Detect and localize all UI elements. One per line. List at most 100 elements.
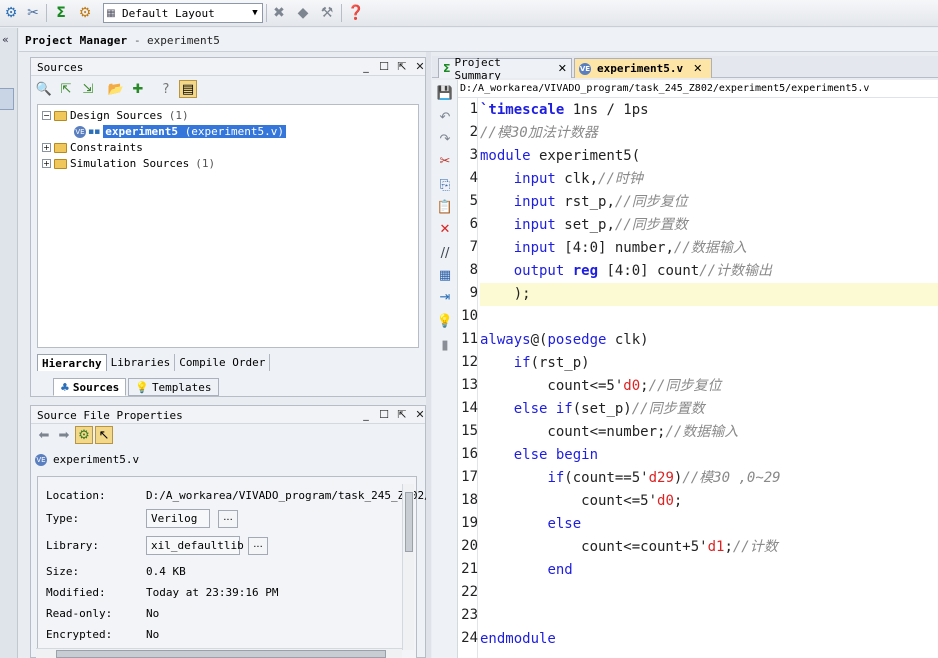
maximize-icon[interactable]: ☐ bbox=[377, 408, 391, 422]
code-token: if bbox=[513, 355, 531, 371]
add-sources-icon[interactable]: ✚ bbox=[129, 80, 147, 98]
code-line[interactable]: output reg [4:0] count//计数输出 bbox=[480, 260, 772, 283]
pointer-icon[interactable]: ↖ bbox=[95, 426, 113, 444]
collapse-all-icon[interactable]: ⇱ bbox=[57, 80, 75, 98]
code-line[interactable]: if(count==5'd29)//模30 ,0~29 bbox=[480, 467, 780, 490]
type-browse-button[interactable]: ... bbox=[218, 509, 238, 528]
help-icon[interactable]: ❓ bbox=[347, 4, 365, 22]
tab-compile-order[interactable]: Compile Order bbox=[175, 354, 271, 371]
line-number: 18 bbox=[461, 492, 478, 508]
open-folder-icon[interactable]: 📂 bbox=[107, 80, 125, 98]
expand-all-icon[interactable]: ⇲ bbox=[79, 80, 97, 98]
tab-hierarchy[interactable]: Hierarchy bbox=[37, 354, 107, 371]
tab-sources[interactable]: ♣ Sources bbox=[53, 378, 127, 396]
delete-icon[interactable]: ✕ bbox=[436, 220, 454, 238]
code-line[interactable]: else begin bbox=[480, 444, 598, 467]
indent-icon[interactable]: ⇥ bbox=[436, 288, 454, 306]
code-token: set_p, bbox=[555, 217, 615, 233]
chevron-down-icon[interactable]: ▼ bbox=[248, 8, 262, 18]
maximize-icon[interactable]: ☐ bbox=[377, 60, 391, 74]
code-line[interactable]: input [4:0] number,//数据输入 bbox=[480, 237, 747, 260]
collapse-icon[interactable]: « bbox=[2, 33, 16, 47]
panel-splitter[interactable] bbox=[426, 52, 431, 658]
cut-icon[interactable]: ✂ bbox=[436, 152, 454, 170]
close-icon[interactable]: ✕ bbox=[413, 60, 427, 74]
expand-node-icon[interactable]: + bbox=[42, 159, 51, 168]
library-browse-button[interactable]: ... bbox=[248, 536, 268, 555]
code-token: else begin bbox=[513, 447, 599, 463]
code-line[interactable]: count<=5'd0;//同步复位 bbox=[480, 375, 721, 398]
main-toolbar: ⚙ ✂ Σ ⚙ ▦ Default Layout ▼ ✖ ◆ ⚒ ❓ bbox=[0, 0, 938, 27]
tree-node-design-sources[interactable]: − Design Sources (1) bbox=[42, 108, 189, 123]
tree-node-simulation-sources[interactable]: + Simulation Sources (1) bbox=[42, 156, 215, 171]
redo-icon[interactable]: ↷ bbox=[436, 130, 454, 148]
forward-arrow-icon[interactable]: ➡ bbox=[55, 426, 73, 444]
scrollbar-thumb[interactable] bbox=[405, 492, 413, 552]
code-line[interactable]: `timescale 1ns / 1ps bbox=[480, 99, 649, 122]
code-line[interactable]: endmodule bbox=[480, 628, 556, 651]
code-line[interactable]: ); bbox=[480, 283, 938, 306]
tab-templates[interactable]: 💡 Templates bbox=[128, 378, 219, 396]
code-line[interactable]: if(rst_p) bbox=[480, 352, 590, 375]
line-number-gutter: 1 2 3 4 5 6 7 8 9 10 11 12 13 14 15 16 17 18 19 20 21 22 23 24 bbox=[458, 98, 478, 658]
save-icon[interactable]: 💾 bbox=[436, 84, 454, 102]
sources-title: Sources bbox=[37, 61, 84, 74]
code-line[interactable]: always@(posedge clk) bbox=[480, 329, 649, 352]
search-icon[interactable]: 🔍 bbox=[35, 80, 53, 98]
float-icon[interactable]: ⇱ bbox=[395, 60, 409, 74]
code-line[interactable]: module experiment5( bbox=[480, 145, 640, 168]
toolbar-separator bbox=[46, 4, 47, 22]
code-line[interactable]: count<=5'd0; bbox=[480, 490, 682, 513]
properties-vertical-scrollbar[interactable] bbox=[402, 484, 414, 650]
code-line[interactable]: input rst_p,//同步复位 bbox=[480, 191, 688, 214]
float-icon[interactable]: ⇱ bbox=[395, 408, 409, 422]
template-icon[interactable]: ▮ bbox=[436, 336, 454, 354]
select-all-icon[interactable]: ▦ bbox=[436, 266, 454, 284]
tree-node-experiment5[interactable]: VE ▪▪ experiment5 (experiment5.v) bbox=[74, 124, 287, 139]
lightbulb-icon[interactable]: 💡 bbox=[436, 312, 454, 330]
tab-project-summary[interactable]: Σ Project Summary ✕ bbox=[438, 56, 572, 82]
minimize-icon[interactable]: _ bbox=[359, 60, 373, 74]
tab-libraries[interactable]: Libraries bbox=[107, 354, 176, 371]
copy-icon[interactable]: ⎘ bbox=[436, 176, 454, 194]
code-line[interactable]: count<=number;//数据输入 bbox=[480, 421, 738, 444]
scrollbar-thumb[interactable] bbox=[56, 650, 386, 658]
gear-icon[interactable]: ⚙ bbox=[76, 4, 94, 22]
code-editor[interactable]: 1 2 3 4 5 6 7 8 9 10 11 12 13 14 15 16 17 18 19 20 21 22 23 24 … bbox=[458, 98, 938, 658]
layout-select[interactable]: ▦ Default Layout ▼ bbox=[103, 3, 263, 23]
code-line[interactable]: end bbox=[480, 559, 572, 582]
diamond-icon[interactable]: ◆ bbox=[294, 4, 312, 22]
tools-icon[interactable]: ✂ bbox=[24, 4, 42, 22]
collapse-node-icon[interactable]: − bbox=[42, 111, 51, 120]
prop-readonly: Read-only: No bbox=[46, 607, 159, 620]
flow-navigator-button[interactable] bbox=[0, 88, 14, 110]
expand-node-icon[interactable]: + bbox=[42, 143, 51, 152]
line-number: 24 bbox=[461, 630, 478, 646]
selected-source-file[interactable]: experiment5 (experiment5.v) bbox=[103, 125, 287, 138]
code-line[interactable]: input clk,//时钟 bbox=[480, 168, 643, 191]
sigma-icon[interactable]: Σ bbox=[52, 4, 70, 22]
code-line[interactable]: count<=count+5'd1;//计数 bbox=[480, 536, 778, 559]
auto-update-icon[interactable]: ⚙ bbox=[75, 426, 93, 444]
undo-icon[interactable]: ↶ bbox=[436, 108, 454, 126]
properties-icon[interactable]: ▤ bbox=[179, 80, 197, 98]
tab-experiment5-v[interactable]: VE experiment5.v ✕ bbox=[574, 58, 712, 78]
code-token: [4:0] number, bbox=[555, 240, 674, 256]
minimize-icon[interactable]: _ bbox=[359, 408, 373, 422]
hammer-icon[interactable]: ⚒ bbox=[318, 4, 336, 22]
pin-icon[interactable]: ✖ bbox=[270, 4, 288, 22]
back-arrow-icon[interactable]: ⬅ bbox=[35, 426, 53, 444]
paste-icon[interactable]: 📋 bbox=[436, 198, 454, 216]
tree-node-constraints[interactable]: + Constraints bbox=[42, 140, 143, 155]
close-icon[interactable]: ✕ bbox=[558, 62, 567, 75]
close-icon[interactable]: ✕ bbox=[413, 408, 427, 422]
code-line[interactable]: input set_p,//同步置数 bbox=[480, 214, 688, 237]
code-line[interactable]: else if(set_p)//同步置数 bbox=[480, 398, 705, 421]
code-line[interactable]: else bbox=[480, 513, 581, 536]
properties-horizontal-scrollbar[interactable] bbox=[36, 648, 402, 658]
settings-icon[interactable]: ⚙ bbox=[2, 4, 20, 22]
comment-icon[interactable]: // bbox=[436, 244, 454, 262]
close-icon[interactable]: ✕ bbox=[693, 62, 702, 75]
code-line[interactable]: //模30加法计数器 bbox=[480, 122, 598, 145]
info-icon[interactable]: ? bbox=[157, 80, 175, 98]
